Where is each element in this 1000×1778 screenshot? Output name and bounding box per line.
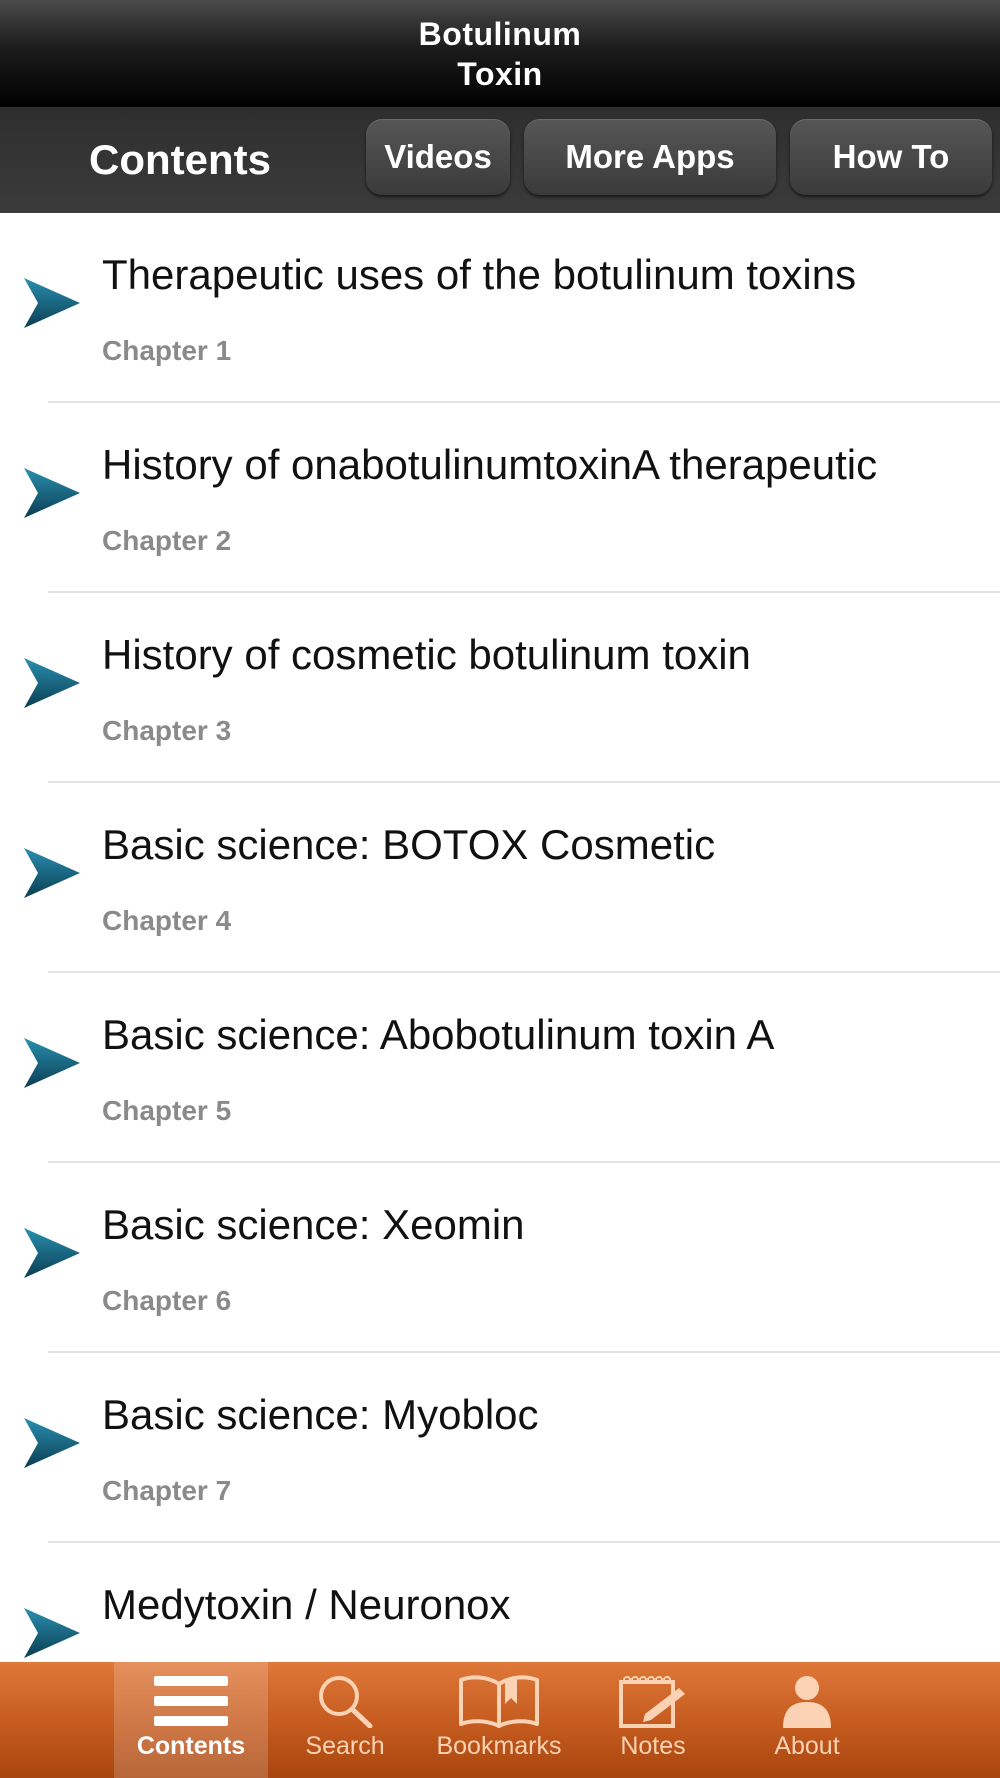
chapter-number: Chapter 6 [102, 1285, 232, 1316]
app-title-line-2: Toxin [457, 55, 543, 92]
chevron-right-icon [24, 848, 80, 898]
chevron-right-icon [24, 1228, 80, 1278]
chapter-row-1[interactable]: Therapeutic uses of the botulinum toxins… [0, 213, 1000, 403]
chevron-right-icon [24, 468, 80, 518]
videos-button[interactable]: Videos [366, 119, 510, 195]
chapter-title: Basic science: Xeomin [102, 1201, 525, 1248]
title-bar: Botulinum Toxin [0, 0, 1000, 107]
chapter-title: Basic science: Myobloc [102, 1391, 539, 1438]
tab-label: Notes [620, 1732, 686, 1760]
chevron-right-icon [24, 1038, 80, 1088]
chapter-row-3[interactable]: History of cosmetic botulinum toxin Chap… [0, 593, 1000, 783]
chevron-right-icon [24, 658, 80, 708]
chapter-number: Chapter 7 [102, 1475, 232, 1506]
chapter-row-6[interactable]: Basic science: Xeomin Chapter 6 [0, 1163, 1000, 1353]
chapter-number: Chapter 1 [102, 335, 232, 366]
chevron-right-icon [24, 278, 80, 328]
tab-label: About [774, 1732, 840, 1760]
chapter-row-7[interactable]: Basic science: Myobloc Chapter 7 [0, 1353, 1000, 1543]
chapter-list[interactable]: Therapeutic uses of the botulinum toxins… [0, 213, 1000, 1662]
chapter-title: Basic science: Abobotulinum toxin A [102, 1011, 775, 1058]
tab-bookmarks[interactable]: Bookmarks [422, 1662, 576, 1778]
chapter-title: Therapeutic uses of the botulinum toxins [102, 251, 857, 298]
chevron-right-icon [24, 1418, 80, 1468]
tab-label: Search [305, 1732, 385, 1760]
chapter-title: Medytoxin / Neuronox [102, 1581, 511, 1628]
chapter-row-2[interactable]: History of onabotulinumtoxinA therapeuti… [0, 403, 1000, 593]
tab-label: Bookmarks [436, 1732, 562, 1760]
app-title-line-1: Botulinum [418, 15, 582, 52]
chapter-number: Chapter 5 [102, 1095, 232, 1126]
chapter-row-4[interactable]: Basic science: BOTOX Cosmetic Chapter 4 [0, 783, 1000, 973]
chapter-number: Chapter 2 [102, 525, 232, 556]
how-to-button[interactable]: How To [790, 119, 992, 195]
tab-contents[interactable]: Contents [114, 1662, 268, 1778]
tab-bar: Contents Search Bookmarks Notes About [0, 1662, 1000, 1778]
person-icon [783, 1676, 831, 1728]
search-icon [319, 1676, 373, 1728]
notepad-icon [619, 1676, 685, 1728]
chapter-title: History of onabotulinumtoxinA therapeuti… [102, 441, 878, 488]
tab-search[interactable]: Search [268, 1662, 422, 1778]
chapter-row-8[interactable]: Medytoxin / Neuronox [0, 1543, 1000, 1662]
chevron-right-icon [24, 1608, 80, 1658]
section-title: Contents [89, 136, 271, 183]
chapter-title: History of cosmetic botulinum toxin [102, 631, 751, 678]
chapter-title: Basic science: BOTOX Cosmetic [102, 821, 716, 868]
more-apps-button[interactable]: More Apps [524, 119, 776, 195]
section-bar: Contents Videos More Apps How To [0, 107, 1000, 213]
book-icon [459, 1675, 539, 1728]
chapter-number: Chapter 3 [102, 715, 232, 746]
chapter-row-5[interactable]: Basic science: Abobotulinum toxin A Chap… [0, 973, 1000, 1163]
tab-notes[interactable]: Notes [576, 1662, 730, 1778]
tab-label: Contents [136, 1732, 246, 1760]
menu-icon [154, 1676, 228, 1726]
chapter-number: Chapter 4 [102, 905, 232, 936]
tab-about[interactable]: About [730, 1662, 884, 1778]
